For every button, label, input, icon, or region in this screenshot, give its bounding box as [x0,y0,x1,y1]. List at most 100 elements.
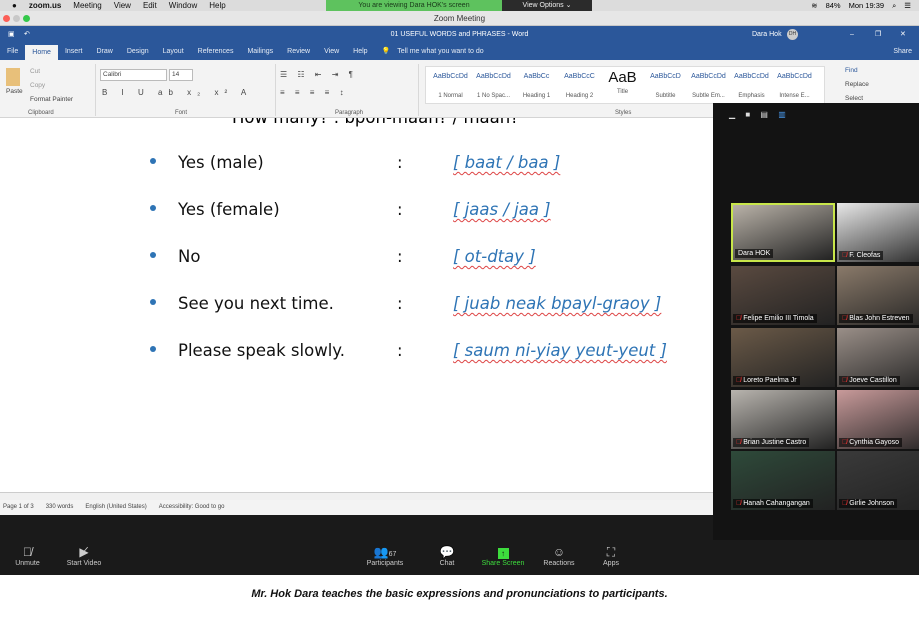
view-options-button[interactable]: View Options ⌄ [502,0,592,11]
participant-tile[interactable]: 🎙̸ Joeve Castillon [837,328,919,387]
select-button[interactable]: Select [845,95,863,102]
participant-tile[interactable]: 🎙̸ Felipe Emilio III Timola [731,266,835,325]
style-label: 1 Normal [438,93,463,99]
participant-tile[interactable]: 🎙̸ Loreto Paelma Jr [731,328,835,387]
paste-button[interactable]: Paste [6,88,23,95]
participant-tile[interactable]: 🎙̸ Blas John Estreven [837,266,919,325]
menu-meeting[interactable]: Meeting [73,1,101,10]
search-icon[interactable]: ⌕ [892,0,896,11]
style-sample: AaBbCcD [650,73,681,80]
style-3[interactable]: AaBbCcC Heading 2 [557,73,602,99]
style-label: Subtle Em... [692,93,725,99]
style-4[interactable]: AaB Title [600,69,645,95]
pronunciation: [ ot-dtay ] [453,247,536,266]
participant-name: Dara HOK [735,249,774,258]
tab-draw[interactable]: Draw [89,43,119,60]
group-label-styles: Styles [615,110,632,116]
apple-icon[interactable]: ● [12,1,17,10]
menu-edit[interactable]: Edit [143,1,157,10]
share-screen-button[interactable]: ↑ Share Screen [476,544,530,567]
bullet-icon [150,205,156,211]
avatar[interactable]: DH [787,29,798,40]
participant-tile[interactable]: 🎙̸ Hanah Cahangangan [731,451,835,510]
chat-button[interactable]: 💬 Chat [432,544,462,567]
start-video-button[interactable]: ▶̸ Start Video [60,544,108,567]
restore-icon[interactable]: ❐ [875,26,881,43]
apps-button[interactable]: ⛶ Apps [596,544,626,567]
reactions-button[interactable]: ☺ Reactions [538,544,580,567]
separator: : [397,341,403,360]
participant-tile[interactable]: 🎙̸ Brian Justine Castro [731,390,835,449]
style-2[interactable]: AaBbCc Heading 1 [514,73,559,99]
muted-microphone-icon: 🎙̸ [736,500,742,507]
minimize-window-button[interactable] [13,15,20,22]
paste-icon[interactable] [6,68,20,86]
language[interactable]: English (United States) [85,500,146,515]
participant-tile[interactable]: Dara HOK [731,203,835,262]
tab-layout[interactable]: Layout [156,43,191,60]
font-size-select[interactable]: 14 [169,69,193,81]
user-name: Dara Hok [752,31,782,38]
tab-help[interactable]: Help [346,43,374,60]
style-sample: AaBbCcC [564,73,595,80]
style-8[interactable]: AaBbCcDd Intense E... [772,73,817,99]
tab-insert[interactable]: Insert [58,43,90,60]
word-count[interactable]: 330 words [46,500,74,515]
tell-me-input[interactable]: Tell me what you want to do [397,43,490,60]
clock[interactable]: Mon 19:39 [849,0,884,11]
menu-view[interactable]: View [114,1,131,10]
format-painter-button[interactable]: Format Painter [30,96,73,103]
participants-icon: 👥67 [373,545,397,559]
tab-file[interactable]: File [0,43,25,60]
tab-view[interactable]: View [317,43,346,60]
muted-microphone-icon: 🎙̸ [842,315,848,322]
battery-level[interactable]: 84% [826,0,841,11]
app-menu[interactable]: zoom.us [29,1,61,10]
unmute-button[interactable]: 🎙̸ Unmute [10,544,45,567]
minimize-icon[interactable]: – [850,26,854,43]
font-format-buttons[interactable]: B I U ab x₂ x² A [102,88,252,97]
style-7[interactable]: AaBbCcDd Emphasis [729,73,774,99]
screen-share-banner: You are viewing Dara HOK's screen [326,0,502,11]
word-titlebar: ▣ ↶ 01 USEFUL WORDS and PHRASES - Word D… [0,26,919,43]
list-buttons[interactable]: ☰ ☷ ⇤ ⇥ ¶ [280,70,357,79]
participant-tile[interactable]: 🎙̸ Cynthia Gayoso [837,390,919,449]
style-sample: AaBbCcDd [476,73,511,80]
menu-list-icon[interactable]: ☰ [904,0,911,11]
style-sample: AaBbCc [523,73,550,80]
wifi-icon[interactable]: ≋ [811,0,817,11]
maximize-window-button[interactable] [23,15,30,22]
participant-tile[interactable]: 🎙̸ F. Cleofas [837,203,919,262]
share-button[interactable]: Share [886,43,919,60]
tab-home[interactable]: Home [25,45,58,60]
style-sample: AaB [608,69,637,86]
copy-button[interactable]: Copy [30,82,45,89]
participants-button[interactable]: 👥67 Participants [360,544,410,567]
menu-window[interactable]: Window [169,1,197,10]
style-0[interactable]: AaBbCcDd 1 Normal [428,73,473,99]
view-layout-icons[interactable]: ▁ ■ ▤ ▥ [729,110,790,119]
tab-references[interactable]: References [191,43,241,60]
find-button[interactable]: Find [845,67,858,74]
lightbulb-icon: 💡 [381,48,391,55]
muted-microphone-icon: 🎙̸ [842,377,848,384]
page-count[interactable]: Page 1 of 3 [3,500,34,515]
cut-button[interactable]: Cut [30,68,40,75]
replace-button[interactable]: Replace [845,81,869,88]
align-buttons[interactable]: ≡ ≡ ≡ ≡ ↕ [280,88,348,97]
participant-tile[interactable]: 🎙̸ Girlie Johnson [837,451,919,510]
menu-help[interactable]: Help [209,1,225,10]
style-5[interactable]: AaBbCcD Subtitle [643,73,688,99]
tab-mailings[interactable]: Mailings [240,43,280,60]
style-6[interactable]: AaBbCcDd Subtle Em... [686,73,731,99]
document-page[interactable]: How many? : bpon-maan? / maan? Yes (male… [0,118,713,492]
close-icon[interactable]: ✕ [900,26,906,43]
tab-review[interactable]: Review [280,43,317,60]
meeting-toolbar: 🎙̸ Unmute ▶̸ Start Video 👥67 Participants 💬… [0,540,919,575]
horizontal-scrollbar[interactable] [0,492,713,500]
close-window-button[interactable] [3,15,10,22]
accessibility-status[interactable]: Accessibility: Good to go [159,500,225,515]
style-1[interactable]: AaBbCcDd 1 No Spac... [471,73,516,99]
font-name-select[interactable]: Calibri [100,69,167,81]
tab-design[interactable]: Design [120,43,156,60]
